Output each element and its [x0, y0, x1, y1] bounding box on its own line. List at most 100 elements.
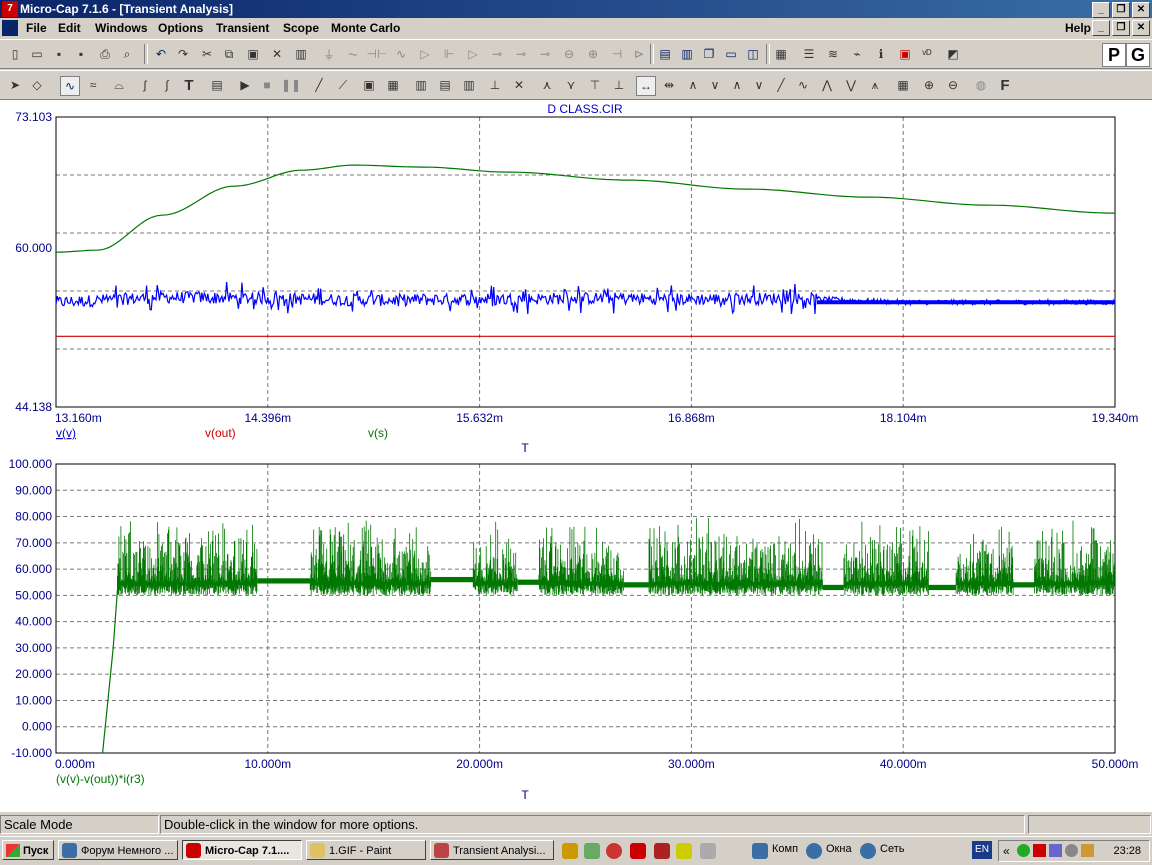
axes-icon[interactable]: ▥	[460, 76, 478, 94]
font-icon[interactable]: F	[996, 76, 1014, 94]
menu-help[interactable]: Help	[1065, 21, 1091, 35]
save-as-icon[interactable]: ▪	[72, 45, 90, 63]
cursor-right-icon[interactable]: ⇹	[660, 76, 678, 94]
copy-icon[interactable]: ⧉	[220, 45, 238, 63]
zoom-out-icon[interactable]: ⊖	[944, 76, 962, 94]
horizontal-tag-icon[interactable]: ʃ	[136, 76, 154, 94]
restore-button[interactable]: ❐	[1112, 2, 1130, 18]
tile-horizontal-icon[interactable]: ▤	[656, 45, 674, 63]
inflection-icon[interactable]: ∿	[794, 76, 812, 94]
start-button[interactable]: Пуск	[2, 840, 54, 860]
tray-k-icon[interactable]	[1033, 844, 1046, 857]
close-button[interactable]: ✕	[1132, 2, 1150, 18]
tray-gear-icon[interactable]	[1017, 844, 1030, 857]
minimize-button[interactable]: _	[1092, 2, 1110, 18]
quicklaunch-icon-1[interactable]	[562, 843, 578, 859]
line-icon[interactable]: ╱	[310, 76, 328, 94]
info-icon[interactable]: ℹ	[872, 45, 890, 63]
redo-icon[interactable]: ↷	[174, 45, 192, 63]
peak-icon[interactable]: ⋏	[538, 76, 556, 94]
tile-vertical-icon[interactable]: ▥	[678, 45, 696, 63]
paste-icon[interactable]: ▣	[244, 45, 262, 63]
quicklink-network[interactable]: Сеть	[880, 843, 904, 855]
quicklaunch-icon-4[interactable]	[630, 843, 646, 859]
print-icon[interactable]: ⎙	[96, 45, 114, 63]
save-icon[interactable]: ▪	[50, 45, 68, 63]
windows-link-icon[interactable]	[806, 843, 822, 859]
component-list-icon[interactable]: ☰	[800, 45, 818, 63]
properties-icon[interactable]: ▤	[208, 76, 226, 94]
run-icon[interactable]: ▶	[236, 76, 254, 94]
high-icon[interactable]: ⊤	[586, 76, 604, 94]
probe-icon[interactable]: ⌁	[848, 45, 866, 63]
pause-icon[interactable]: ❚❚	[281, 76, 301, 94]
window-icon[interactable]: ▭	[722, 45, 740, 63]
task-paint[interactable]: 1.GIF - Paint	[306, 840, 426, 860]
open-file-icon[interactable]: ▭	[28, 45, 46, 63]
quicklaunch-icon-2[interactable]	[584, 843, 600, 859]
quicklaunch-icon-5[interactable]	[654, 843, 670, 859]
plot-icon[interactable]: ◩	[944, 45, 962, 63]
voltage-source-icon[interactable]: ⊖	[560, 45, 578, 63]
analysis-window-icon[interactable]: ▣	[896, 45, 914, 63]
new-file-icon[interactable]: ▯	[6, 45, 24, 63]
waveform-icon[interactable]: ≋	[824, 45, 842, 63]
low-icon[interactable]: ⊥	[610, 76, 628, 94]
grid-toggle-icon[interactable]: ▦	[384, 76, 402, 94]
pmos-icon[interactable]: ⊸	[536, 45, 554, 63]
battery-icon[interactable]: ⊩	[440, 45, 458, 63]
menu-windows[interactable]: Windows	[95, 21, 148, 35]
probe-p-button[interactable]: P	[1102, 43, 1126, 67]
print-preview-icon[interactable]: ⌕	[118, 45, 136, 63]
cursor-mode-icon[interactable]: ≈	[84, 76, 102, 94]
grid-icon[interactable]: ▥	[292, 45, 310, 63]
mdi-minimize-button[interactable]: _	[1092, 20, 1110, 36]
task-microcap[interactable]: Micro-Cap 7.1....	[182, 840, 302, 860]
top-icon[interactable]: ⩚	[866, 76, 884, 94]
quicklaunch-icon-6[interactable]	[676, 843, 692, 859]
menu-options[interactable]: Options	[158, 21, 203, 35]
globe-icon[interactable]: ◍	[972, 76, 990, 94]
quicklaunch-icon-3[interactable]	[606, 843, 622, 859]
quicklaunch-icon-7[interactable]	[700, 843, 716, 859]
valley-icon[interactable]: ⋎	[562, 76, 580, 94]
computer-icon[interactable]	[752, 843, 768, 859]
menu-edit[interactable]: Edit	[58, 21, 81, 35]
opamp-icon[interactable]: ⊳	[630, 45, 648, 63]
scale-mode-icon[interactable]: ∿	[60, 76, 80, 96]
stop-icon[interactable]: ■	[258, 76, 276, 94]
table-icon[interactable]: ▦	[894, 76, 912, 94]
window-split-icon[interactable]: ◫	[744, 45, 762, 63]
microcap-app-icon[interactable]: 7	[2, 1, 18, 17]
mdi-restore-button[interactable]: ❐	[1112, 20, 1130, 36]
undo-icon[interactable]: ↶	[152, 45, 170, 63]
transient-plots[interactable]: D CLASS.CIR 13.160m 14.396m 15.632m 16.868m…	[0, 100, 1152, 812]
quicklink-windows[interactable]: Окна	[826, 843, 852, 855]
switch-icon[interactable]: ⊣	[608, 45, 626, 63]
zoom-in-icon[interactable]: ⊕	[920, 76, 938, 94]
network-icon[interactable]	[860, 843, 876, 859]
ground-icon[interactable]: ⏚	[320, 45, 338, 63]
task-transient[interactable]: Transient Analysi...	[430, 840, 554, 860]
slope-icon[interactable]: ╱	[772, 76, 790, 94]
cursor-left-icon[interactable]: ↔	[636, 76, 656, 96]
global-high-icon[interactable]: ⋀	[818, 76, 836, 94]
calculator-icon[interactable]: ▦	[772, 45, 790, 63]
point-tag-icon[interactable]: ⌓	[110, 76, 128, 94]
diode-icon[interactable]: ▷	[416, 45, 434, 63]
text-mode-icon[interactable]: T	[180, 76, 198, 94]
minor-grid-icon[interactable]: ▥	[412, 76, 430, 94]
inductor-icon[interactable]: ∿	[392, 45, 410, 63]
tray-speaker-icon[interactable]	[1065, 844, 1078, 857]
diagonal-icon[interactable]: ⟋	[334, 76, 352, 94]
component-mode-icon[interactable]: ◇	[28, 76, 46, 94]
menu-monte-carlo[interactable]: Monte Carlo	[331, 21, 400, 35]
tray-monitor-icon[interactable]	[1049, 844, 1062, 857]
mdi-close-button[interactable]: ✕	[1132, 20, 1150, 36]
vd-icon[interactable]: ᵛᴰ	[918, 45, 936, 63]
cut-icon[interactable]: ✂	[198, 45, 216, 63]
capacitor-icon[interactable]: ⊣⊢	[367, 45, 388, 63]
transient-analysis-plot-window[interactable]: D CLASS.CIR 13.160m 14.396m 15.632m 16.868m…	[0, 100, 1152, 812]
quicklink-computer[interactable]: Комп	[772, 843, 798, 855]
peak-next-icon[interactable]: ∧	[684, 76, 702, 94]
